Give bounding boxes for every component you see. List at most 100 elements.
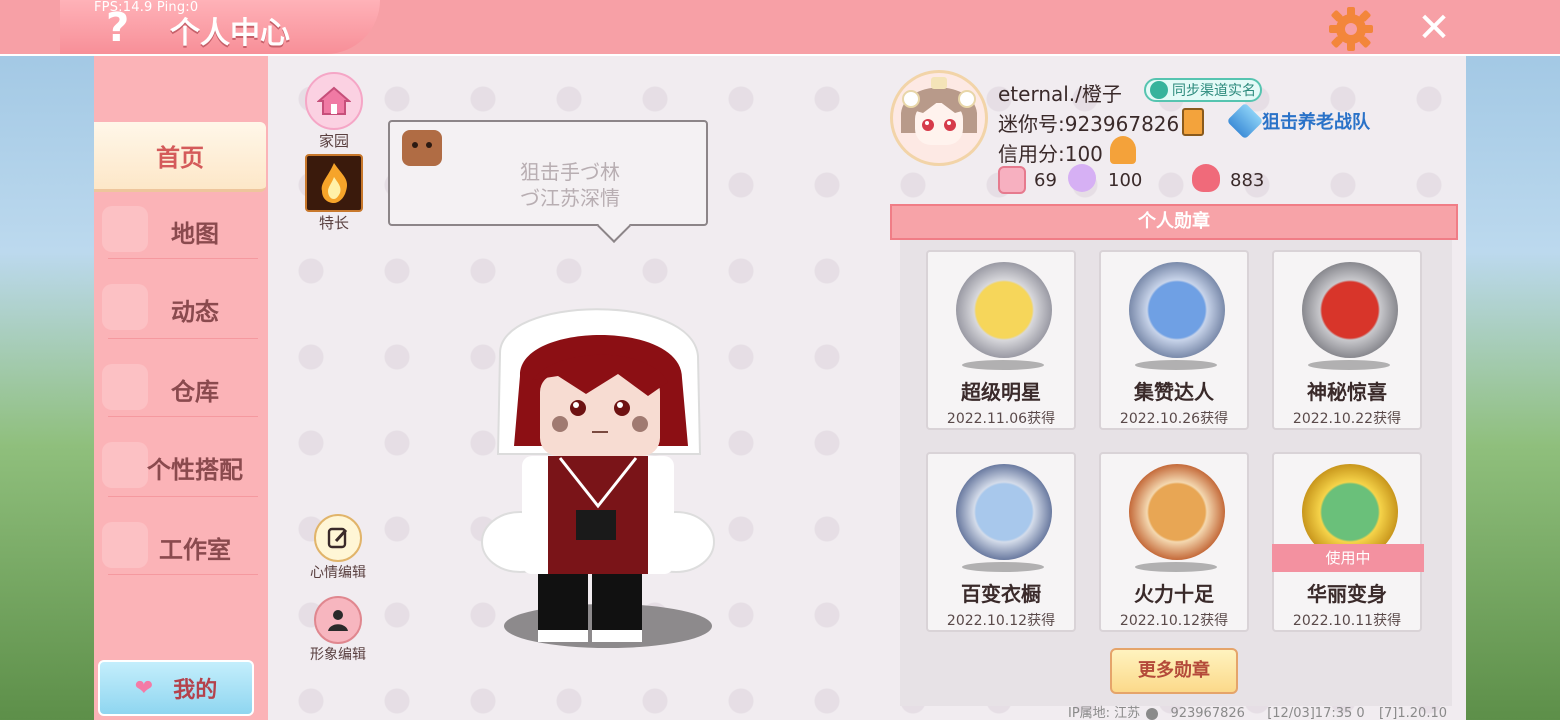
fans-count: 100 [1108,170,1143,191]
house-icon [305,72,363,130]
medal-date: 2022.10.26获得 [1119,411,1229,427]
divider [108,496,258,497]
verify-label: 同步渠道实名 [1172,83,1256,99]
medal-header: 个人勋章 [890,204,1458,240]
flame-icon [305,154,363,212]
user-check-icon [1150,81,1168,99]
medal-shadow [962,360,1044,370]
heart-icon: ❤ [134,675,154,701]
home-button[interactable]: 家园 [302,72,366,151]
medal-card[interactable]: 集赞达人 2022.10.26获得 [1099,250,1249,430]
medal-name: 华丽变身 [1307,582,1387,606]
wardrobe-medal-icon [956,464,1052,560]
bell-icon [102,284,148,330]
player-avatar[interactable] [468,286,728,656]
sidebar-item-label: 工作室 [159,535,231,564]
ip-location: IP属地: 江苏 [1068,706,1141,720]
medal-name: 百变衣橱 [961,582,1041,606]
top-bar: FPS:14.9 Ping:0 ? 个人中心 ✕ [0,0,1560,56]
verify-badge[interactable]: 同步渠道实名 [1144,78,1262,102]
team-name[interactable]: 狙击养老战队 [1262,108,1370,134]
sidebar-item-map[interactable]: 地图 [94,196,266,266]
sidebar-item-warehouse[interactable]: 仓库 [94,354,266,424]
sidebar-item-studio[interactable]: 工作室 [94,512,266,582]
bear-icon [402,130,442,166]
sidebar-item-label: 地图 [171,219,219,248]
appearance-edit-label: 形象编辑 [310,647,366,663]
medal-card[interactable]: 百变衣橱 2022.10.12获得 [926,452,1076,632]
medal-date: 2022.10.11获得 [1292,613,1402,629]
gear-icon[interactable] [1328,6,1374,52]
nickname: eternal./橙子 [998,82,1122,106]
footer-uid: 923967826 [1170,706,1245,720]
appearance-edit-button[interactable]: 形象编辑 [306,596,370,664]
help-icon[interactable]: ? [106,8,129,48]
edit-icon [314,514,362,562]
divider [108,574,258,575]
in-use-badge: 使用中 [1272,544,1424,572]
talent-button[interactable]: 特长 [302,154,366,233]
medal-shadow [1135,562,1217,572]
signature-line-1: 狙击手づ林 [520,160,620,184]
medal-card[interactable]: 神秘惊喜 2022.10.22获得 [1272,250,1422,430]
likes-count: 69 [1034,170,1057,191]
credit-score: 信用分:100 [998,142,1103,166]
more-medals-button[interactable]: 更多勋章 [1110,648,1238,694]
footer-timestamp: [12/03]17:35 0 [1267,706,1365,720]
medal-shadow [962,562,1044,572]
flame-popularity-icon [1192,164,1220,192]
mine-label: 我的 [173,678,218,703]
outfit-icon [102,442,148,488]
medal-name: 超级明星 [961,380,1041,404]
mood-edit-label: 心情编辑 [310,565,366,581]
medal-name: 集赞达人 [1134,380,1214,404]
star-medal-icon [956,262,1052,358]
speech-bubble[interactable]: 狙击手づ林 づ江苏深情 [388,120,708,226]
sidebar-item-label: 首页 [156,144,204,172]
map-icon [102,206,148,252]
popularity-count: 883 [1230,170,1265,191]
page-title: 个人中心 [170,16,290,51]
medal-shadow [1135,360,1217,370]
signature-line-2: づ江苏深情 [520,186,620,210]
sidebar-item-label: 个性搭配 [147,455,243,484]
info-icon [1146,707,1159,720]
divider [108,258,258,259]
studio-icon [102,522,148,568]
mood-edit-button[interactable]: 心情编辑 [306,514,370,582]
medal-date: 2022.10.22获得 [1292,411,1402,427]
sidebar-item-feed[interactable]: 动态 [94,274,266,344]
medal-card[interactable]: 超级明星 2022.11.06获得 [926,250,1076,430]
sidebar-item-label: 动态 [171,297,219,326]
close-icon[interactable]: ✕ [1412,6,1456,50]
like-icon [998,166,1026,194]
medal-card[interactable]: 火力十足 2022.10.12获得 [1099,452,1249,632]
avatar[interactable] [890,70,988,166]
mini-id: 迷你号:923967826 [998,112,1180,136]
gift-medal-icon [1302,262,1398,358]
mine-button[interactable]: ❤ 我的 [98,660,254,716]
sidebar-item-label: 仓库 [171,377,219,406]
footer-version: [7]1.20.10 [1378,706,1448,720]
fans-icon [1068,164,1096,192]
medal-date: 2022.10.12获得 [1119,613,1229,629]
medal-date: 2022.11.06获得 [946,411,1056,427]
medal-card[interactable]: 使用中 华丽变身 2022.10.11获得 [1272,452,1424,632]
warehouse-icon [102,364,148,410]
divider [108,416,258,417]
home-label: 家园 [318,132,349,150]
sidebar: 首页 地图 动态 仓库 个性搭配 工作室 ❤ 我的 [94,56,268,720]
medal-name: 火力十足 [1134,582,1214,606]
credit-icon[interactable] [1110,136,1136,164]
medal-name: 神秘惊喜 [1307,380,1387,404]
divider [108,338,258,339]
team-icon[interactable] [1226,102,1264,140]
medal-shadow [1308,360,1390,370]
medal-date: 2022.10.12获得 [946,613,1056,629]
footer-info: IP属地: 江苏 923967826 [12/03]17:35 0 [7]1.2… [1068,702,1447,720]
copy-icon[interactable] [1182,108,1204,136]
sidebar-item-outfit[interactable]: 个性搭配 [94,432,266,502]
treasure-medal-icon [1129,464,1225,560]
talent-label: 特长 [318,214,349,232]
sidebar-item-home[interactable]: 首页 [94,122,266,192]
